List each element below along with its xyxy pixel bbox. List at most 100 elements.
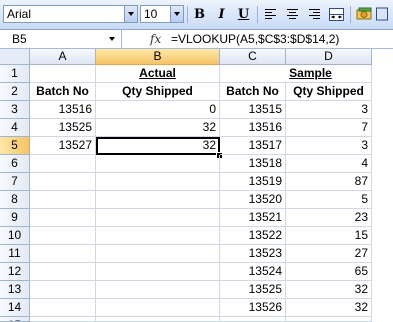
cell-b14[interactable] [96,299,220,317]
cell-a4[interactable]: 13525 [30,119,96,137]
font-size-select[interactable]: 10 [140,5,184,23]
cell-a10[interactable] [30,227,96,245]
currency-button[interactable] [355,5,374,24]
cell-d13[interactable]: 32 [286,281,372,299]
row-header-11[interactable]: 11 [0,245,30,263]
cell-c3[interactable]: 13515 [220,101,286,119]
align-left-button[interactable] [261,5,280,24]
cell-d4[interactable]: 7 [286,119,372,137]
row-header-14[interactable]: 14 [0,299,30,317]
cell-c7[interactable]: 13519 [220,173,286,191]
row-header-15[interactable]: 15 [0,317,30,322]
select-all-button[interactable] [0,49,30,65]
cell-a13[interactable] [30,281,96,299]
cell-b10[interactable] [96,227,220,245]
column-header-d[interactable]: D [286,49,372,65]
cell-c12[interactable]: 13524 [220,263,286,281]
cell-a6[interactable] [30,155,96,173]
cell-d15[interactable] [286,317,372,322]
cell-d3[interactable]: 3 [286,101,372,119]
cell-b8[interactable] [96,191,220,209]
cell-c9[interactable]: 13521 [220,209,286,227]
chevron-down-icon[interactable] [109,37,115,41]
cell-c6[interactable]: 13518 [220,155,286,173]
italic-button[interactable]: I [212,5,231,24]
column-header-c[interactable]: C [220,49,286,65]
cell-b7[interactable] [96,173,220,191]
row-header-7[interactable]: 7 [0,173,30,191]
font-name-select[interactable]: Arial [3,5,138,23]
cell-a9[interactable] [30,209,96,227]
cell-d7[interactable]: 87 [286,173,372,191]
cell-c1-sample-heading[interactable]: Sample [250,65,372,83]
cell-c15[interactable] [220,317,286,322]
cell-b2-header[interactable]: Qty Shipped [96,83,220,101]
align-center-button[interactable] [283,5,302,24]
cell-a1[interactable] [30,65,96,83]
cell-b5-selected[interactable]: 32 [96,137,220,155]
column-header-a[interactable]: A [30,49,96,65]
row-header-8[interactable]: 8 [0,191,30,209]
cell-c14[interactable]: 13526 [220,299,286,317]
insert-function-button[interactable]: fx [150,30,161,48]
cell-d5[interactable]: 3 [286,137,372,155]
cell-a5[interactable]: 13527 [30,137,96,155]
cell-d14[interactable]: 32 [286,299,372,317]
cell-a3[interactable]: 13516 [30,101,96,119]
cell-b11[interactable] [96,245,220,263]
row-header-9[interactable]: 9 [0,209,30,227]
cell-d8[interactable]: 5 [286,191,372,209]
cell-c2-header[interactable]: Batch No [220,83,286,101]
row-header-2[interactable]: 2 [0,83,30,101]
cell-a8[interactable] [30,191,96,209]
percent-button[interactable] [375,5,389,24]
cell-b6[interactable] [96,155,220,173]
chevron-down-icon[interactable] [124,6,137,22]
underline-button[interactable]: U [234,5,253,24]
cell-a15[interactable] [30,317,96,322]
cell-d9[interactable]: 23 [286,209,372,227]
formatting-toolbar: Arial 10 B I U [0,0,393,30]
cell-d12[interactable]: 65 [286,263,372,281]
cell-b4[interactable]: 32 [96,119,220,137]
cell-c8[interactable]: 13520 [220,191,286,209]
align-right-button[interactable] [305,5,324,24]
cell-c11[interactable]: 13523 [220,245,286,263]
toolbar-separator [350,6,351,23]
cell-c5[interactable]: 13517 [220,137,286,155]
cell-c10[interactable]: 13522 [220,227,286,245]
cell-a7[interactable] [30,173,96,191]
font-size-value: 10 [144,7,158,21]
cell-a12[interactable] [30,263,96,281]
cell-b9[interactable] [96,209,220,227]
cell-d2-header[interactable]: Qty Shipped [286,83,372,101]
cell-c4[interactable]: 13516 [220,119,286,137]
row-header-4[interactable]: 4 [0,119,30,137]
formula-input[interactable]: =VLOOKUP(A5,$C$3:$D$14,2) [171,30,339,48]
cell-b12[interactable] [96,263,220,281]
row-header-5[interactable]: 5 [0,137,30,155]
row-header-1[interactable]: 1 [0,65,30,83]
cell-b13[interactable] [96,281,220,299]
row-header-10[interactable]: 10 [0,227,30,245]
cell-b15[interactable] [96,317,220,322]
toolbar-separator [257,6,258,23]
cell-d11[interactable]: 27 [286,245,372,263]
cell-d10[interactable]: 15 [286,227,372,245]
row-header-6[interactable]: 6 [0,155,30,173]
row-header-13[interactable]: 13 [0,281,30,299]
cell-c13[interactable]: 13525 [220,281,286,299]
cell-b3[interactable]: 0 [96,101,220,119]
bold-button[interactable]: B [190,5,209,24]
name-box[interactable]: B5 [0,30,122,48]
row-header-12[interactable]: 12 [0,263,30,281]
column-header-b[interactable]: B [96,49,220,65]
cell-b1-actual-heading[interactable]: Actual [96,65,220,83]
cell-d6[interactable]: 4 [286,155,372,173]
merge-center-button[interactable] [327,5,346,24]
row-header-3[interactable]: 3 [0,101,30,119]
cell-a14[interactable] [30,299,96,317]
chevron-down-icon[interactable] [170,6,183,22]
cell-a2-header[interactable]: Batch No [30,83,96,101]
cell-a11[interactable] [30,245,96,263]
